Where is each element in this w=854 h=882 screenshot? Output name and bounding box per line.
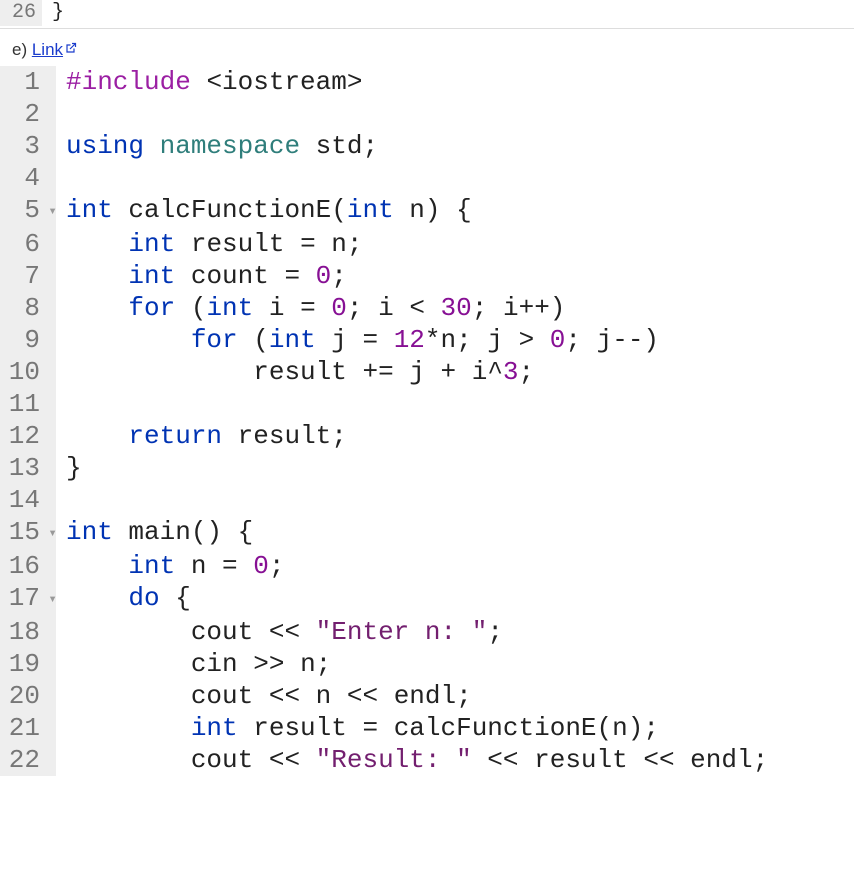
section-label: e) Link [0,29,854,64]
line-number: 21 [0,712,56,744]
line-number: 13 [0,452,56,484]
line-number: 16 [0,550,56,582]
code-line: 16 int n = 0; [0,550,854,582]
code-line: 4 [0,162,854,194]
code-line: 11 [0,388,854,420]
line-number: 15 ▾ [0,516,56,550]
code-content: for (int j = 12*n; j > 0; j--) [56,324,854,356]
line-number: 3 [0,130,56,162]
line-number: 2 [0,98,56,130]
code-line: 6 int result = n; [0,228,854,260]
code-line: 17 ▾ do { [0,582,854,616]
line-number: 26 [0,0,42,26]
line-number: 17 ▾ [0,582,56,616]
code-content [56,98,854,130]
code-content [56,484,854,516]
code-line: 18 cout << "Enter n: "; [0,616,854,648]
code-content: using namespace std; [56,130,854,162]
code-line: 7 int count = 0; [0,260,854,292]
code-content: result += j + i^3; [56,356,854,388]
line-number: 4 [0,162,56,194]
code-line: 12 return result; [0,420,854,452]
fold-caret-icon[interactable]: ▾ [40,584,50,616]
code-content: cout << "Enter n: "; [56,616,854,648]
code-block: 1#include <iostream>23using namespace st… [0,66,854,776]
code-line: 8 for (int i = 0; i < 30; i++) [0,292,854,324]
code-content: for (int i = 0; i < 30; i++) [56,292,854,324]
code-line: 20 cout << n << endl; [0,680,854,712]
line-number: 20 [0,680,56,712]
line-number: 18 [0,616,56,648]
line-number: 7 [0,260,56,292]
line-number: 19 [0,648,56,680]
line-number: 11 [0,388,56,420]
code-content: int calcFunctionE(int n) { [56,194,854,228]
code-line: 15 ▾int main() { [0,516,854,550]
line-number: 5 ▾ [0,194,56,228]
code-content: } [56,452,854,484]
code-content: do { [56,582,854,616]
line-number: 10 [0,356,56,388]
code-content: cout << "Result: " << result << endl; [56,744,854,776]
code-content: cout << n << endl; [56,680,854,712]
code-content: #include <iostream> [56,66,854,98]
code-content: int result = calcFunctionE(n); [56,712,854,744]
line-number: 9 [0,324,56,356]
code-line: 9 for (int j = 12*n; j > 0; j--) [0,324,854,356]
code-line: 26} [0,0,854,26]
code-content [56,388,854,420]
code-line: 21 int result = calcFunctionE(n); [0,712,854,744]
code-content: return result; [56,420,854,452]
line-number: 12 [0,420,56,452]
code-content: int count = 0; [56,260,854,292]
code-content: int result = n; [56,228,854,260]
code-content: cin >> n; [56,648,854,680]
code-line: 2 [0,98,854,130]
code-line: 13} [0,452,854,484]
fold-caret-icon[interactable]: ▾ [40,518,50,550]
code-content: int main() { [56,516,854,550]
fold-caret-icon[interactable]: ▾ [40,196,50,228]
line-number: 8 [0,292,56,324]
line-number: 22 [0,744,56,776]
prev-code-block: 26} [0,0,854,29]
code-line: 1#include <iostream> [0,66,854,98]
line-number: 1 [0,66,56,98]
code-content [56,162,854,194]
code-line: 10 result += j + i^3; [0,356,854,388]
code-content: int n = 0; [56,550,854,582]
external-link-icon [65,39,77,59]
code-line: 19 cin >> n; [0,648,854,680]
code-line: 22 cout << "Result: " << result << endl; [0,744,854,776]
line-number: 6 [0,228,56,260]
code-line: 14 [0,484,854,516]
code-content: } [42,0,854,26]
section-link[interactable]: Link [32,40,63,59]
section-prefix: e) [12,40,32,59]
code-line: 5 ▾int calcFunctionE(int n) { [0,194,854,228]
line-number: 14 [0,484,56,516]
code-line: 3using namespace std; [0,130,854,162]
